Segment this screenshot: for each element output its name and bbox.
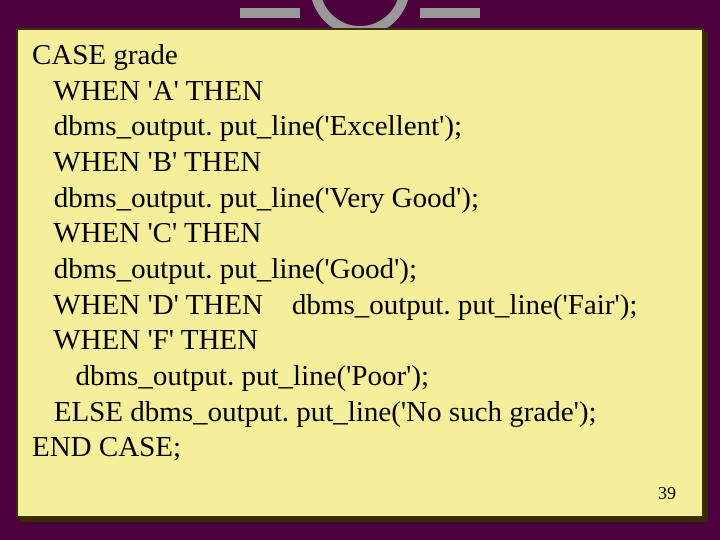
code-card: CASE grade WHEN 'A' THEN dbms_output. pu…: [16, 28, 704, 518]
decorative-line-left: [240, 8, 300, 18]
page-number: 39: [658, 483, 676, 504]
decorative-line-right: [420, 8, 480, 18]
code-block: CASE grade WHEN 'A' THEN dbms_output. pu…: [32, 38, 688, 466]
